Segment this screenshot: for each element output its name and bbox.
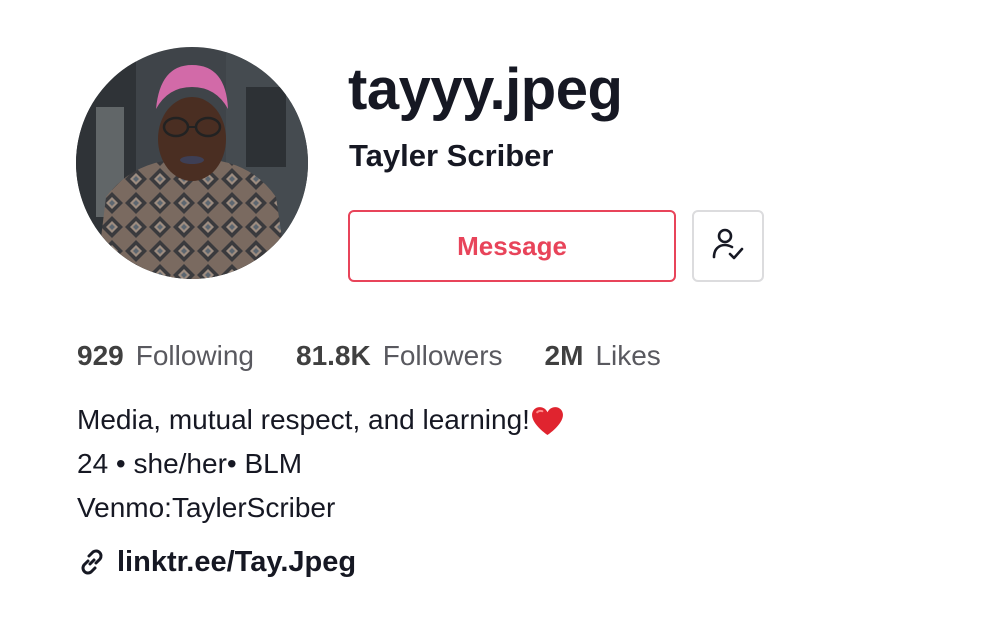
stat-following[interactable]: 929 Following bbox=[77, 336, 254, 376]
following-count: 929 bbox=[77, 340, 124, 371]
bio-line: Media, mutual respect, and learning! bbox=[77, 398, 564, 442]
profile-avatar[interactable] bbox=[76, 47, 308, 279]
heart-emoji-icon bbox=[531, 405, 564, 435]
bio-line-1: Media, mutual respect, and learning! bbox=[77, 404, 530, 435]
profile-bio: Media, mutual respect, and learning! 24 … bbox=[77, 398, 564, 530]
bio-line: Venmo:TaylerScriber bbox=[77, 486, 564, 530]
profile-stats: 929 Following 81.8K Followers 2M Likes bbox=[77, 336, 703, 376]
display-name: Tayler Scriber bbox=[349, 138, 554, 173]
bio-line: 24 • she/her• BLM bbox=[77, 442, 564, 486]
stat-followers[interactable]: 81.8K Followers bbox=[296, 336, 503, 376]
bio-line-2: 24 • she/her• BLM bbox=[77, 448, 303, 479]
username: tayyy.jpeg bbox=[348, 57, 623, 122]
profile-link[interactable]: linktr.ee/Tay.Jpeg bbox=[77, 542, 356, 582]
followers-count: 81.8K bbox=[296, 340, 371, 371]
profile-link-text[interactable]: linktr.ee/Tay.Jpeg bbox=[117, 542, 356, 582]
stat-likes: 2M Likes bbox=[545, 336, 661, 376]
user-check-icon bbox=[710, 226, 746, 267]
followers-label: Followers bbox=[382, 340, 503, 371]
following-label: Following bbox=[135, 340, 254, 371]
following-status-button[interactable] bbox=[692, 210, 764, 282]
likes-label: Likes bbox=[595, 340, 661, 371]
bio-line-3: Venmo:TaylerScriber bbox=[77, 492, 336, 523]
message-button[interactable]: Message bbox=[348, 210, 676, 282]
link-icon bbox=[77, 547, 107, 577]
likes-count: 2M bbox=[544, 340, 584, 371]
